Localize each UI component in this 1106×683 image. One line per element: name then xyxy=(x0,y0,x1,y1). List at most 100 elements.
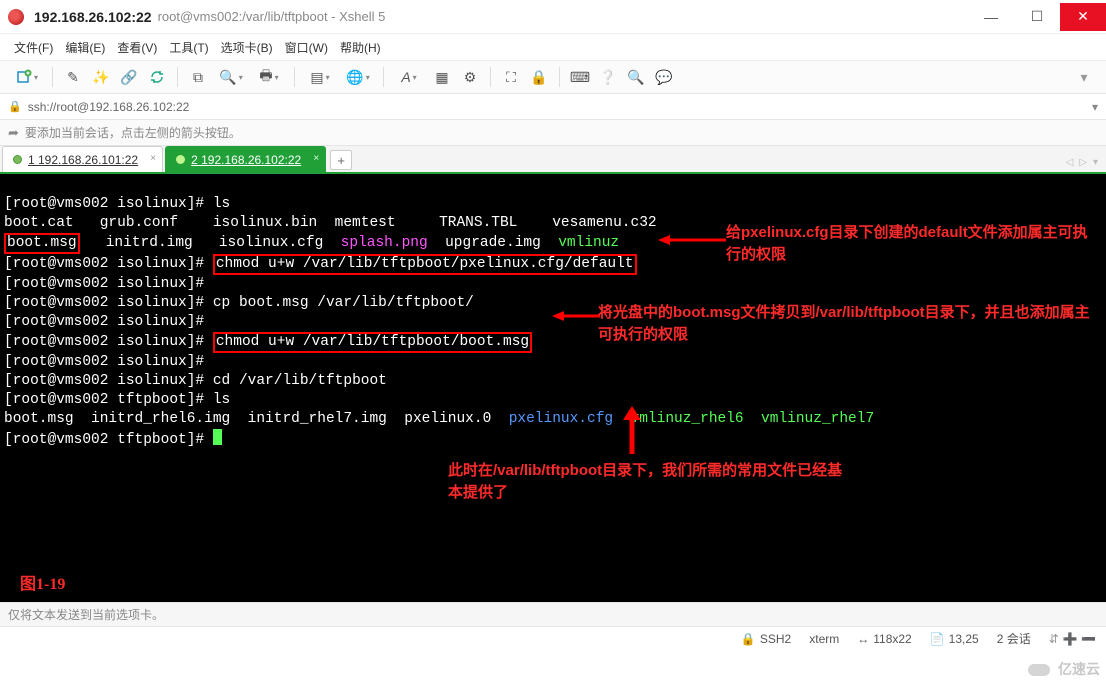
search-icon[interactable]: 🔍 xyxy=(214,65,248,89)
term-line: boot.msg initrd_rhel6.img initrd_rhel7.i… xyxy=(4,411,874,427)
cursor xyxy=(213,429,222,445)
address-bar: 🔒 ssh://root@192.168.26.102:22 ▾ xyxy=(0,94,1106,120)
term-line: [root@vms002 isolinux]# ls xyxy=(4,196,230,212)
tab-nav: ◁ ▷ ▾ xyxy=(1066,157,1098,168)
watermark-text: 亿速云 xyxy=(1058,659,1100,679)
keyboard-icon[interactable]: ⌨ xyxy=(568,65,592,89)
term-line: [root@vms002 tftpboot]# xyxy=(4,432,222,448)
annotation-text-3: 此时在/var/lib/tftpboot目录下，我们所需的常用文件已经基本提供了 xyxy=(448,460,848,504)
fullscreen-icon[interactable]: ⛶ xyxy=(499,65,523,89)
hint-bar: ➦ 要添加当前会话，点击左侧的箭头按钮。 xyxy=(0,120,1106,146)
status-position: 📄 13,25 xyxy=(930,632,979,646)
menu-edit[interactable]: 编辑(E) xyxy=(65,39,105,56)
font-icon[interactable]: A xyxy=(392,65,426,89)
tab-list-icon[interactable]: ▾ xyxy=(1093,157,1098,168)
tab-strip: 1 192.168.26.101:22 × 2 192.168.26.102:2… xyxy=(0,146,1106,174)
help-icon[interactable]: ❔ xyxy=(596,65,620,89)
wand-icon[interactable]: ✨ xyxy=(89,65,113,89)
status-sessions: 2 会话 xyxy=(997,630,1031,647)
menu-view[interactable]: 查看(V) xyxy=(117,39,157,56)
separator xyxy=(383,67,384,87)
cloud-icon xyxy=(1026,660,1054,678)
refresh-icon[interactable] xyxy=(145,65,169,89)
maximize-button[interactable]: ☐ xyxy=(1014,3,1060,31)
menu-help[interactable]: 帮助(H) xyxy=(340,39,381,56)
status-nav[interactable]: ⇵ ➕ ➖ xyxy=(1049,632,1096,646)
menu-tools[interactable]: 工具(T) xyxy=(169,39,208,56)
gear-icon[interactable]: ⚙ xyxy=(458,65,482,89)
tab-close-icon[interactable]: × xyxy=(150,153,156,164)
annotation-text-2: 将光盘中的boot.msg文件拷贝到/var/lib/tftpboot目录下，并… xyxy=(598,302,1098,346)
term-line: [root@vms002 isolinux]# xyxy=(4,354,213,370)
status-protocol: 🔒 SSH2 xyxy=(741,632,791,646)
toolbar: ✎ ✨ 🔗 ⧉ 🔍 🖶 ▤ 🌐 A ▦ ⚙ ⛶ 🔒 ⌨ ❔ 🔍 💬 ▾ xyxy=(0,60,1106,94)
annotation-text-1: 给pxelinux.cfg目录下创建的default文件添加属主可执行的权限 xyxy=(726,222,1096,266)
menu-file[interactable]: 文件(F) xyxy=(14,39,53,56)
status-hint: 仅将文本发送到当前选项卡。 xyxy=(0,602,1106,626)
address-dropdown-icon[interactable]: ▾ xyxy=(1092,100,1098,114)
separator xyxy=(52,67,53,87)
term-line: [root@vms002 isolinux]# chmod u+w /var/l… xyxy=(4,256,637,272)
separator xyxy=(559,67,560,87)
globe-icon[interactable]: 🌐 xyxy=(341,65,375,89)
term-line: boot.cat grub.conf isolinux.bin memtest … xyxy=(4,215,657,231)
tab-prev-icon[interactable]: ◁ xyxy=(1066,157,1074,168)
status-hint-text: 仅将文本发送到当前选项卡。 xyxy=(8,606,164,623)
term-line: [root@vms002 isolinux]# chmod u+w /var/l… xyxy=(4,334,532,350)
chat-icon[interactable]: 💬 xyxy=(652,65,676,89)
annotation-arrow-3 xyxy=(618,406,646,456)
toolbar-overflow[interactable]: ▾ xyxy=(1072,65,1096,89)
hint-text: 要添加当前会话，点击左侧的箭头按钮。 xyxy=(25,124,241,141)
tab-label: 2 192.168.26.102:22 xyxy=(191,153,301,167)
status-termtype: xterm xyxy=(809,632,839,646)
figure-label: 图1-19 xyxy=(20,575,65,594)
term-line: [root@vms002 isolinux]# xyxy=(4,314,213,330)
annotation-arrow-2 xyxy=(552,310,602,322)
tab-close-icon[interactable]: × xyxy=(313,153,319,164)
tab-label: 1 192.168.26.101:22 xyxy=(28,153,138,167)
new-session-button[interactable] xyxy=(10,65,44,89)
watermark: 亿速云 xyxy=(1026,659,1100,679)
annotation-arrow-1 xyxy=(658,234,728,246)
separator xyxy=(294,67,295,87)
terminal[interactable]: [root@vms002 isolinux]# ls boot.cat grub… xyxy=(0,174,1106,602)
print-icon[interactable]: 🖶 xyxy=(252,65,286,89)
term-line: boot.msg initrd.img isolinux.cfg splash.… xyxy=(4,235,619,251)
highlight-box: boot.msg xyxy=(4,233,80,254)
ssl-lock-icon: 🔒 xyxy=(8,100,22,113)
window-title-path: root@vms002:/var/lib/tftpboot - Xshell 5 xyxy=(158,9,386,24)
copy-icon[interactable]: ⧉ xyxy=(186,65,210,89)
minimize-button[interactable]: — xyxy=(968,3,1014,31)
add-session-arrow-icon[interactable]: ➦ xyxy=(8,125,19,141)
highlight-box: chmod u+w /var/lib/tftpboot/boot.msg xyxy=(213,332,532,353)
menu-tabs[interactable]: 选项卡(B) xyxy=(221,39,273,56)
term-line: [root@vms002 isolinux]# xyxy=(4,276,213,292)
tab-session-1[interactable]: 1 192.168.26.101:22 × xyxy=(2,146,163,172)
app-icon xyxy=(8,9,24,25)
status-bar: 🔒 SSH2 xterm ↔ 118x22 📄 13,25 2 会话 ⇵ ➕ ➖ xyxy=(0,626,1106,650)
highlighter-icon[interactable]: ✎ xyxy=(61,65,85,89)
search2-icon[interactable]: 🔍 xyxy=(624,65,648,89)
menu-window[interactable]: 窗口(W) xyxy=(285,39,328,56)
lock-icon[interactable]: 🔒 xyxy=(527,65,551,89)
close-button[interactable]: ✕ xyxy=(1060,3,1106,31)
tab-next-icon[interactable]: ▷ xyxy=(1079,157,1087,168)
status-size: ↔ 118x22 xyxy=(857,632,911,646)
tab-add-button[interactable]: + xyxy=(330,150,352,170)
status-dot-icon xyxy=(176,155,185,164)
separator xyxy=(490,67,491,87)
link-icon[interactable]: 🔗 xyxy=(117,65,141,89)
titlebar: 192.168.26.102:22 root@vms002:/var/lib/t… xyxy=(0,0,1106,34)
layout-icon[interactable]: ▤ xyxy=(303,65,337,89)
separator xyxy=(177,67,178,87)
term-line: [root@vms002 tftpboot]# ls xyxy=(4,392,230,408)
address-url[interactable]: ssh://root@192.168.26.102:22 xyxy=(28,100,1086,114)
term-line: [root@vms002 isolinux]# cd /var/lib/tftp… xyxy=(4,373,387,389)
highlight-box: chmod u+w /var/lib/tftpboot/pxelinux.cfg… xyxy=(213,254,637,275)
window-title-ip: 192.168.26.102:22 xyxy=(34,9,152,25)
window-controls: — ☐ ✕ xyxy=(968,3,1106,31)
menubar: 文件(F) 编辑(E) 查看(V) 工具(T) 选项卡(B) 窗口(W) 帮助(… xyxy=(0,34,1106,60)
tab-session-2[interactable]: 2 192.168.26.102:22 × xyxy=(165,146,326,172)
term-line: [root@vms002 isolinux]# cp boot.msg /var… xyxy=(4,295,474,311)
palette-icon[interactable]: ▦ xyxy=(430,65,454,89)
